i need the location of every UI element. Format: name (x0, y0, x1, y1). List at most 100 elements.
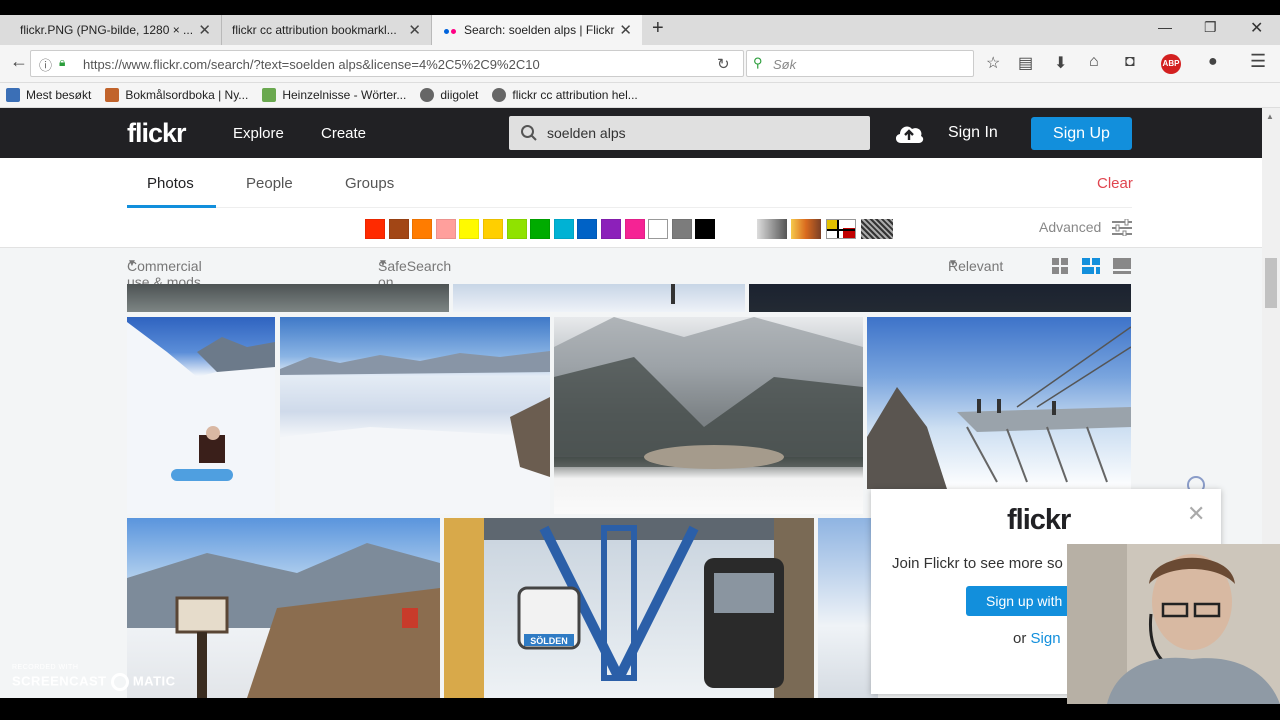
color-filter-swatches (365, 219, 719, 239)
browser-tab[interactable]: flickr.PNG (PNG-bilde, 1280 × ... ✕ (0, 15, 222, 45)
browser-tab-active[interactable]: Search: soelden alps | Flickr ✕ (432, 15, 642, 45)
photo-viewing-platform[interactable] (867, 317, 1131, 489)
color-swatch[interactable] (577, 219, 598, 239)
sign-in-link[interactable]: Sign In (948, 124, 998, 142)
home-icon[interactable]: ⌂ (1089, 53, 1099, 71)
color-swatch[interactable] (459, 219, 480, 239)
photo-valley-village[interactable] (554, 317, 863, 514)
minimize-icon[interactable]: — (1158, 19, 1172, 35)
new-tab-icon[interactable]: + (652, 17, 664, 40)
bookmark-item[interactable]: Mest besøkt (6, 88, 91, 102)
color-swatch[interactable] (695, 219, 716, 239)
bookmark-label: diigolet (440, 88, 479, 102)
photo-thumbnail[interactable] (453, 284, 745, 312)
info-icon[interactable]: ⓘ (39, 55, 52, 74)
color-swatch[interactable] (671, 219, 692, 239)
browser-search-box[interactable]: ⚲ Søk (746, 50, 974, 77)
bookmarks-bar: Mest besøkt Bokmålsordboka | Ny... Heinz… (0, 83, 1280, 108)
color-swatch[interactable] (600, 219, 621, 239)
style-filter-bw[interactable] (757, 219, 787, 239)
close-window-icon[interactable]: ✕ (1250, 18, 1263, 38)
search-engine-icon[interactable]: ⚲ (753, 55, 763, 71)
chevron-down-icon: ▼ (127, 258, 137, 269)
flickr-header: flickr Explore Create soelden alps Sign … (0, 108, 1262, 158)
browser-tab[interactable]: flickr cc attribution bookmarkl... ✕ (222, 15, 432, 45)
grid-view-icon[interactable] (1052, 258, 1068, 274)
screencast-watermark: RECORDED WITH SCREENCAST MATIC (12, 664, 176, 691)
clear-link[interactable]: Clear (1097, 175, 1133, 192)
style-filter-shallow-dof[interactable] (791, 219, 821, 239)
advanced-settings-icon[interactable] (1112, 219, 1132, 236)
pocket-icon[interactable]: ◘ (1125, 53, 1135, 71)
color-swatch[interactable] (365, 219, 385, 239)
style-filter-minimalism[interactable] (826, 219, 856, 239)
popup-or-text: or (1013, 630, 1027, 647)
popup-flickr-logo: flickr (1007, 504, 1071, 536)
gondola-sign-text: SÖLDEN (530, 636, 568, 646)
bookmark-item[interactable]: diigolet (420, 88, 478, 102)
bookmark-item[interactable]: Bokmålsordboka | Ny... (105, 88, 248, 102)
search-placeholder: Søk (773, 57, 797, 72)
filter-row: Commercial use & mods allowed ▼ SafeSear… (0, 258, 1262, 306)
color-swatch[interactable] (624, 219, 645, 239)
flickr-logo[interactable]: flickr (127, 118, 187, 149)
photo-thumbnail[interactable] (818, 518, 878, 698)
popup-sign-link[interactable]: Sign (1031, 630, 1061, 647)
close-tab-icon[interactable]: ✕ (408, 21, 421, 39)
flickr-search-input[interactable]: soelden alps (509, 116, 870, 150)
back-arrow-icon[interactable]: ← (10, 51, 28, 72)
tab-people[interactable]: People (246, 175, 293, 192)
scroll-up-icon[interactable]: ▲ (1266, 112, 1274, 121)
url-bar[interactable]: ⓘ 🔒︎ https://www.flickr.com/search/?text… (30, 50, 744, 77)
watermark-brand-end: MATIC (132, 673, 176, 689)
bookmark-label: flickr cc attribution hel... (512, 88, 638, 102)
sign-up-button[interactable]: Sign Up (1031, 117, 1132, 150)
browser-nav-bar: ← ⓘ 🔒︎ https://www.flickr.com/search/?te… (0, 45, 1280, 83)
explore-link[interactable]: Explore (233, 125, 284, 142)
tab-groups[interactable]: Groups (345, 175, 394, 192)
advanced-link[interactable]: Advanced (1039, 219, 1101, 235)
color-swatch[interactable] (412, 219, 433, 239)
reading-list-icon[interactable]: ▤ (1018, 53, 1033, 73)
photo-thumbnail[interactable] (749, 284, 1131, 312)
photo-gondola[interactable]: SÖLDEN (444, 518, 814, 698)
search-value: soelden alps (547, 125, 626, 141)
upload-cloud-icon[interactable] (893, 121, 925, 145)
color-swatch[interactable] (435, 219, 456, 239)
close-tab-icon[interactable]: ✕ (198, 21, 211, 39)
reload-icon[interactable]: ↻ (717, 55, 730, 73)
create-link[interactable]: Create (321, 125, 366, 142)
popup-message: Join Flickr to see more so (892, 555, 1063, 572)
color-swatch[interactable] (506, 219, 527, 239)
color-swatch[interactable] (482, 219, 503, 239)
bookmark-item[interactable]: Heinzelnisse - Wörter... (262, 88, 406, 102)
bookmark-globe-icon (492, 88, 507, 102)
extension-icon[interactable]: ● (1208, 53, 1218, 71)
photo-thumbnail[interactable] (127, 284, 449, 312)
bookmark-star-icon[interactable]: ☆ (986, 53, 1000, 73)
bookmark-item[interactable]: flickr cc attribution hel... (492, 88, 638, 102)
tab-divider (127, 207, 1132, 208)
close-tab-icon[interactable]: ✕ (619, 21, 632, 39)
menu-icon[interactable]: ☰ (1250, 51, 1266, 72)
color-swatch[interactable] (553, 219, 574, 239)
download-icon[interactable]: ⬇ (1054, 53, 1067, 73)
color-swatch[interactable] (530, 219, 551, 239)
scroll-thumb[interactable] (1265, 258, 1277, 308)
color-swatch[interactable] (388, 219, 409, 239)
restore-icon[interactable]: ❐ (1204, 19, 1217, 36)
tab-photos[interactable]: Photos (147, 175, 194, 192)
detail-view-icon[interactable] (1113, 258, 1131, 274)
photo-cloud-sea[interactable] (280, 317, 550, 514)
bookmark-site-icon (105, 88, 120, 102)
style-filter-pattern[interactable] (861, 219, 893, 239)
bookmark-label: Heinzelnisse - Wörter... (282, 88, 407, 102)
close-icon[interactable]: ✕ (1187, 501, 1205, 527)
browser-tab-strip: flickr.PNG (PNG-bilde, 1280 × ... ✕ flic… (0, 15, 1280, 45)
search-icon (521, 125, 537, 141)
watermark-line1: RECORDED WITH (12, 664, 79, 671)
color-swatch[interactable] (648, 219, 669, 239)
photo-snowboarder[interactable] (127, 317, 275, 514)
justified-view-icon[interactable] (1082, 258, 1100, 274)
adblock-icon[interactable]: ABP (1161, 54, 1181, 74)
